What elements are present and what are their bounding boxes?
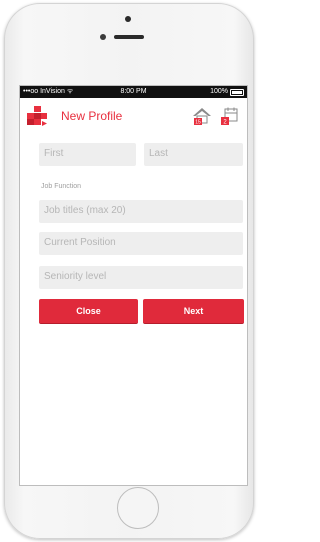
last-name-field[interactable]: Last [144, 143, 243, 166]
seniority-level-field[interactable]: Seniority level [39, 266, 243, 289]
page-title: New Profile [61, 109, 123, 123]
phone-home-button[interactable] [117, 487, 159, 529]
proximity-sensor [100, 34, 106, 40]
close-button[interactable]: Close [39, 299, 138, 324]
home-badge-count: 15 [195, 120, 201, 126]
first-name-field[interactable]: First [39, 143, 136, 166]
battery-icon [230, 88, 244, 96]
battery-percent: 100% [210, 88, 228, 95]
home-icon[interactable]: 15 [192, 106, 212, 126]
front-camera [125, 16, 131, 22]
calendar-icon[interactable]: 2 [219, 106, 239, 126]
app-header: New Profile 15 2 [20, 98, 247, 132]
phone-frame: •••oo InVision ᯤ 8:00 PM 100% New Profil… [4, 3, 254, 539]
next-button[interactable]: Next [143, 299, 244, 324]
current-position-field[interactable]: Current Position [39, 232, 243, 255]
status-bar: •••oo InVision ᯤ 8:00 PM 100% [20, 86, 247, 98]
app-logo-icon [27, 106, 47, 126]
app-screen: •••oo InVision ᯤ 8:00 PM 100% New Profil… [19, 85, 248, 486]
job-function-label: Job Function [41, 183, 82, 190]
job-titles-field[interactable]: Job titles (max 20) [39, 200, 243, 223]
earpiece-speaker [114, 35, 144, 39]
battery-status: 100% [210, 86, 244, 98]
